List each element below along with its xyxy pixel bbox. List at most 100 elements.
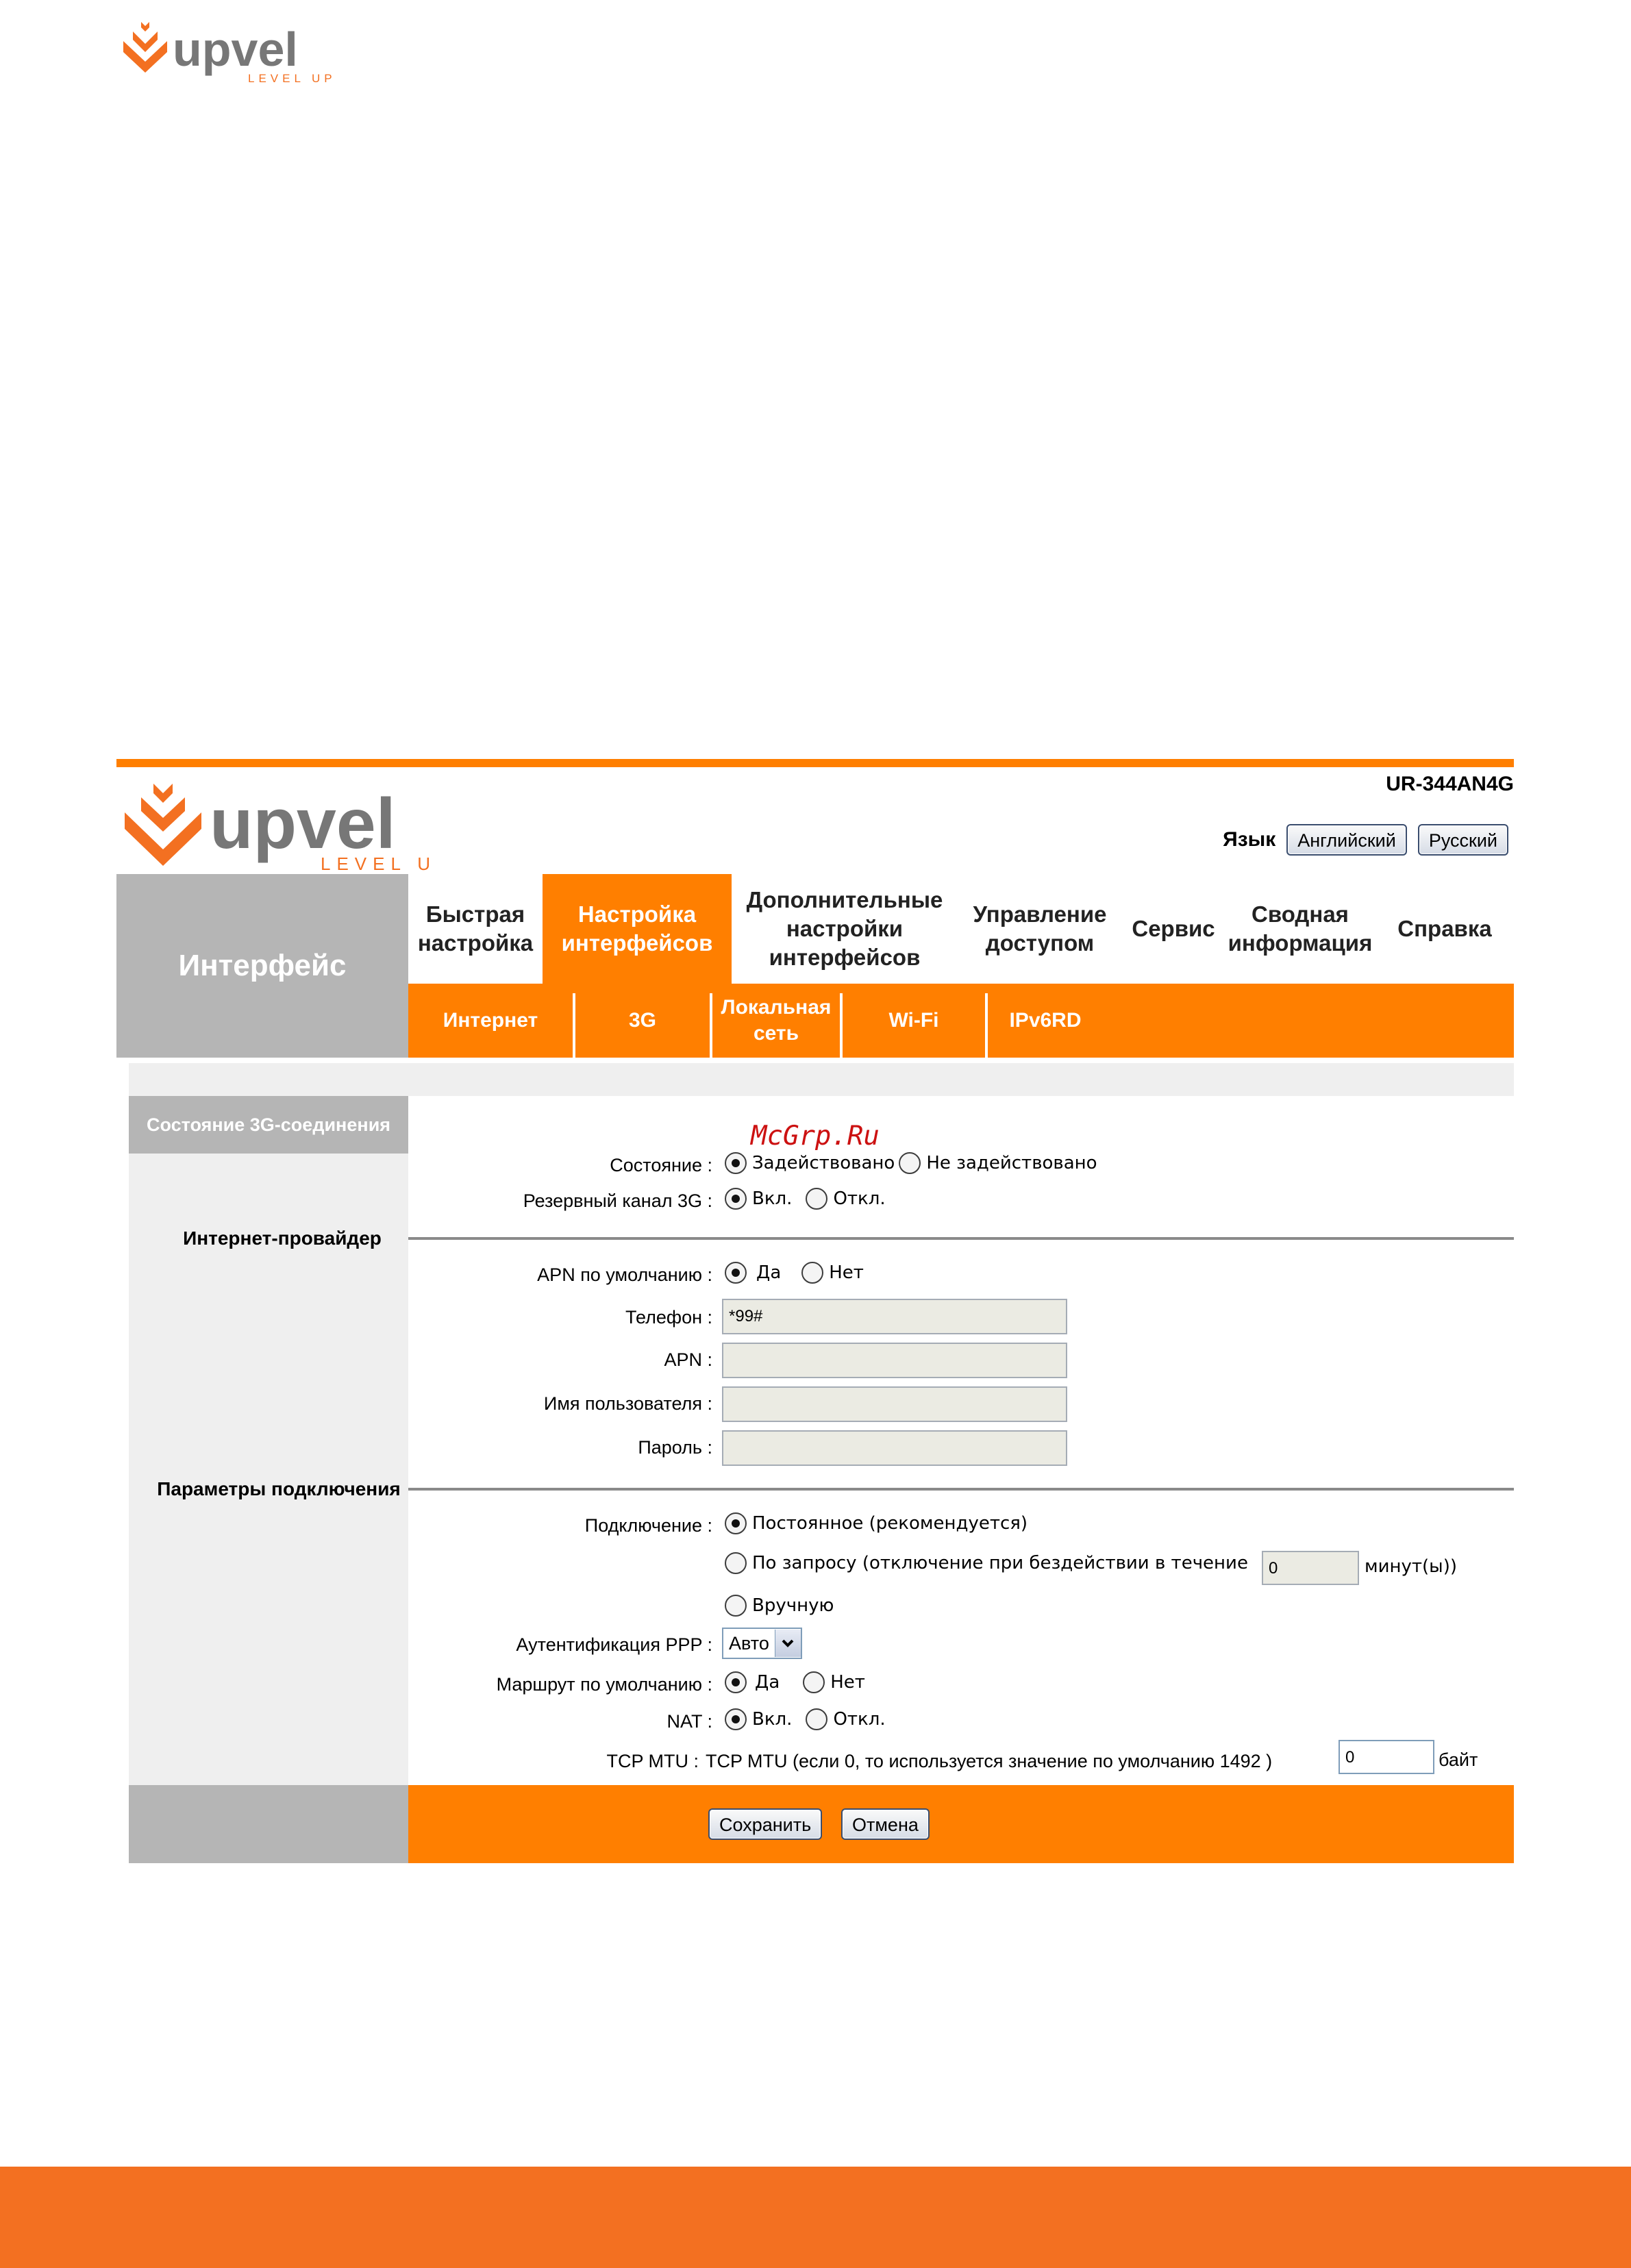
router-logo-brand: upvel: [210, 784, 396, 864]
svg-text:LEVEL UP: LEVEL UP: [321, 853, 437, 874]
state-disabled-radio[interactable]: [899, 1152, 921, 1174]
connect-always-radio[interactable]: [725, 1512, 747, 1534]
apn-label: APN :: [664, 1349, 712, 1370]
idle-minutes-unit: минут(ы)): [1365, 1556, 1458, 1577]
menu-interface-setup[interactable]: Настройка интерфейсов: [543, 874, 732, 984]
svg-text:upvel: upvel: [210, 784, 396, 864]
mtu-label: TCP MTU :: [606, 1751, 699, 1771]
menu-status[interactable]: Сводная информация: [1225, 874, 1375, 984]
english-button[interactable]: Английский: [1286, 824, 1407, 856]
model-name: UR-344AN4G: [1386, 773, 1514, 795]
route-yes-radio[interactable]: [725, 1671, 747, 1693]
password-input[interactable]: [722, 1430, 1067, 1466]
footer-actions: Сохранить Отмена: [408, 1785, 1514, 1863]
menu-quick-setup[interactable]: Быстрая настройка: [408, 874, 543, 984]
username-input[interactable]: [722, 1386, 1067, 1422]
backup-off-label: Откл.: [833, 1188, 886, 1209]
default-route-options: Да Нет: [725, 1671, 865, 1693]
route-yes-label: Да: [755, 1672, 780, 1693]
tab-wifi[interactable]: Wi-Fi: [843, 984, 985, 1058]
ppp-auth-value: Авто: [729, 1632, 769, 1654]
tab-lan[interactable]: Локальная сеть: [712, 984, 840, 1058]
default-route-label: Маршрут по умолчанию :: [496, 1674, 712, 1695]
divider-isp: [408, 1237, 1514, 1240]
connect-always-label: Постоянное (рекомендуется): [752, 1513, 1028, 1534]
apn-default-no-radio[interactable]: [801, 1262, 824, 1284]
language-switcher: Язык Английский Русский: [1223, 824, 1508, 856]
password-label: Пароль :: [638, 1437, 712, 1458]
nat-off-radio[interactable]: [806, 1708, 828, 1730]
apn-default-yes-radio[interactable]: [725, 1262, 747, 1284]
nat-on-radio[interactable]: [725, 1708, 747, 1730]
watermark-text: McGrp.Ru: [751, 1121, 880, 1151]
route-no-radio[interactable]: [803, 1671, 825, 1693]
phone-label: Телефон :: [625, 1307, 712, 1328]
logo-brand-text: upvel: [173, 23, 298, 76]
connect-label: Подключение :: [584, 1515, 712, 1536]
apn-default-options: Да Нет: [725, 1262, 864, 1284]
backup-on-radio[interactable]: [725, 1188, 747, 1210]
section-label-isp: Интернет-провайдер: [183, 1228, 382, 1249]
logo-mark-icon: [123, 22, 167, 73]
footer-gray-block: [129, 1785, 408, 1863]
menu-access-management[interactable]: Управление доступом: [958, 874, 1122, 984]
mtu-hint: TCP MTU (если 0, то используется значени…: [706, 1751, 1273, 1771]
nat-off-label: Откл.: [833, 1709, 886, 1730]
sub-menu: Интернет 3G Локальная сеть Wi-Fi IPv6RD: [408, 984, 1514, 1058]
ppp-auth-label: Аутентификация PPP :: [516, 1634, 712, 1655]
apn-input[interactable]: [722, 1343, 1067, 1378]
menu-help[interactable]: Справка: [1375, 874, 1514, 984]
router-ui-screenshot: upvel LEVEL UP UR-344AN4G Язык Английски…: [116, 759, 1514, 1863]
top-accent-line: [116, 759, 1514, 767]
nat-on-label: Вкл.: [752, 1709, 793, 1730]
page-footer-bar: [0, 2167, 1631, 2268]
header-band: [129, 1063, 1514, 1096]
main-menu: Быстрая настройка Настройка интерфейсов …: [408, 874, 1514, 984]
connect-on-demand-label: По запросу (отключение при бездействии в…: [752, 1553, 1248, 1573]
tab-internet[interactable]: Интернет: [408, 984, 573, 1058]
idle-timeout-input[interactable]: 0: [1262, 1551, 1359, 1585]
connect-on-demand-option: По запросу (отключение при бездействии в…: [725, 1552, 1248, 1574]
tab-3g[interactable]: 3G: [575, 984, 710, 1058]
connect-on-demand-radio[interactable]: [725, 1552, 747, 1574]
mtu-input[interactable]: 0: [1339, 1740, 1434, 1774]
section-title-panel: Интерфейс: [116, 874, 408, 1058]
router-logo-tagline: LEVEL UP: [321, 853, 437, 874]
save-button[interactable]: Сохранить: [708, 1808, 823, 1840]
backup-options: Вкл. Откл.: [725, 1188, 886, 1210]
section-label-connection: Параметры подключения: [157, 1478, 401, 1499]
state-label: Состояние :: [610, 1155, 712, 1175]
document-page: upvel LEVEL UP upvel LEVEL UP: [0, 0, 1631, 2268]
tab-ipv6rd[interactable]: IPv6RD: [988, 984, 1103, 1058]
logo-mark-icon: [125, 784, 201, 866]
divider-connection: [408, 1488, 1514, 1491]
apn-default-no-label: Нет: [829, 1262, 864, 1283]
svg-text:upvel: upvel: [173, 23, 298, 76]
nat-label: NAT :: [667, 1711, 712, 1732]
connect-manual-radio[interactable]: [725, 1595, 747, 1617]
backup-on-label: Вкл.: [752, 1188, 793, 1209]
ppp-auth-select[interactable]: Авто: [722, 1628, 802, 1659]
state-enabled-radio[interactable]: [725, 1152, 747, 1174]
phone-input[interactable]: *99#: [722, 1299, 1067, 1334]
menu-advanced-setup[interactable]: Дополнительные настройки интерфейсов: [732, 874, 958, 984]
backup-off-radio[interactable]: [806, 1188, 828, 1210]
mtu-unit: байт: [1439, 1749, 1478, 1770]
state-enabled-label: Задействовано: [752, 1153, 895, 1173]
menu-service[interactable]: Сервис: [1122, 874, 1225, 984]
logo-tagline-text: LEVEL UP: [248, 72, 336, 85]
state-disabled-label: Не задействовано: [926, 1153, 1097, 1173]
connect-manual-option: Вручную: [725, 1595, 834, 1617]
language-label: Язык: [1223, 828, 1276, 851]
route-no-label: Нет: [830, 1672, 865, 1693]
router-logo: upvel LEVEL UP: [122, 773, 448, 875]
backup-label: Резервный канал 3G :: [523, 1191, 712, 1211]
section-title: Интерфейс: [178, 949, 347, 982]
apn-default-yes-label: Да: [756, 1262, 782, 1283]
nat-options: Вкл. Откл.: [725, 1708, 886, 1730]
connect-manual-label: Вручную: [752, 1595, 834, 1616]
cancel-button[interactable]: Отмена: [841, 1808, 930, 1840]
state-options: Задействовано Не задействовано: [725, 1152, 1097, 1174]
russian-button[interactable]: Русский: [1417, 824, 1508, 856]
chevron-down-icon[interactable]: [774, 1630, 801, 1657]
